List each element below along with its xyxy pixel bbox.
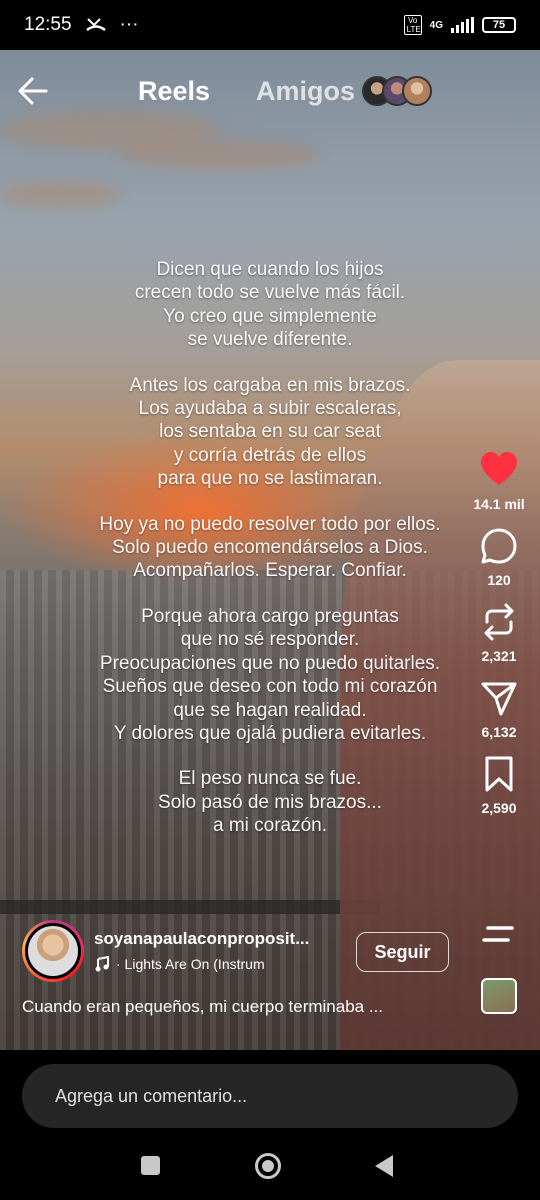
- stanza: Dicen que cuando los hijos crecen todo s…: [50, 258, 490, 352]
- bookmark-icon: [485, 756, 513, 792]
- network-type: 4G: [429, 19, 443, 31]
- text-line: Preocupaciones que no puedo quitarles.: [99, 652, 441, 674]
- stanza: Hoy ya no puedo resolver todo por ellos.…: [50, 513, 490, 583]
- save-count: 2,590: [481, 800, 517, 816]
- text-line: Yo creo que simplemente: [163, 305, 377, 327]
- heart-icon: [481, 452, 517, 485]
- comment-button[interactable]: 120: [468, 526, 530, 588]
- text-line: para que no se lastimaran.: [157, 468, 383, 490]
- text-line: crecen todo se vuelve más fácil.: [134, 282, 406, 304]
- friend-avatars[interactable]: [362, 76, 432, 106]
- comment-input[interactable]: [22, 1064, 518, 1128]
- battery-icon: 75: [482, 17, 516, 33]
- comment-count: 120: [487, 572, 511, 588]
- follow-button[interactable]: Seguir: [356, 932, 449, 972]
- text-line: Solo puedo encomendárselos a Dios.: [112, 537, 428, 559]
- text-line: Antes los cargaba en mis brazos.: [129, 374, 411, 396]
- text-line: a mi corazón.: [212, 815, 328, 837]
- text-line: que no sé responder.: [180, 629, 360, 651]
- repost-icon: [484, 603, 514, 641]
- music-title: · Lights Are On (Instrum: [116, 956, 265, 972]
- author-avatar[interactable]: [22, 920, 84, 982]
- repost-count: 2,321: [481, 648, 517, 664]
- text-line: Solo pasó de mis brazos...: [158, 791, 382, 813]
- battery-level: 75: [492, 19, 506, 31]
- save-button[interactable]: 2,590: [468, 754, 530, 816]
- status-more: ···: [119, 14, 139, 35]
- text-line: se vuelve diferente.: [187, 329, 353, 351]
- music-info[interactable]: · Lights Are On (Instrum: [94, 956, 304, 972]
- arrow-left-icon[interactable]: [16, 74, 50, 108]
- share-count: 6,132: [481, 724, 517, 740]
- reel-overlay-text: Dicen que cuando los hijos crecen todo s…: [50, 258, 490, 860]
- recents-button[interactable]: [141, 1156, 160, 1175]
- text-line: Hoy ya no puedo resolver todo por ellos.: [99, 513, 441, 535]
- caption[interactable]: Cuando eran pequeños, mi cuerpo terminab…: [22, 997, 452, 1017]
- tab-reels[interactable]: Reels: [138, 76, 210, 107]
- repost-button[interactable]: 2,321: [468, 602, 530, 664]
- stanza: El peso nunca se fue. Solo pasó de mis b…: [50, 767, 490, 837]
- speech-bubble-icon: [481, 528, 517, 564]
- back-button[interactable]: [375, 1155, 393, 1177]
- status-bar: 12:55 ··· Vo LTE 4G 75: [0, 0, 540, 50]
- text-line: Porque ahora cargo preguntas: [141, 605, 399, 627]
- action-column: 14.1 mil 120 2,321 6,132 2,590: [468, 450, 530, 830]
- railing: [0, 900, 380, 914]
- text-line: Acompañarlos. Esperar. Confiar.: [133, 560, 407, 582]
- text-line: Dicen que cuando los hijos: [156, 259, 384, 280]
- stanza: Porque ahora cargo preguntas que no sé r…: [50, 605, 490, 745]
- text-line: Y dolores que ojalá pudiera evitarles.: [113, 722, 427, 744]
- menu-icon[interactable]: [480, 922, 516, 952]
- paper-plane-icon: [481, 682, 517, 716]
- text-line: los sentaba en su car seat: [159, 421, 381, 443]
- text-line: que se hagan realidad.: [173, 699, 367, 721]
- volte-indicator: Vo LTE: [403, 15, 422, 35]
- stanza: Antes los cargaba en mis brazos. Los ayu…: [50, 374, 490, 491]
- like-button[interactable]: 14.1 mil: [468, 450, 530, 512]
- share-button[interactable]: 6,132: [468, 678, 530, 740]
- home-button[interactable]: [255, 1153, 281, 1179]
- text-line: y corría detrás de ellos: [173, 444, 367, 466]
- missed-call-icon: [85, 18, 106, 32]
- text-line: Sueños que deseo con todo mi corazón: [102, 676, 438, 698]
- status-time: 12:55: [24, 14, 72, 35]
- author-username[interactable]: soyanapaulaconproposit...: [94, 929, 344, 949]
- text-line: El peso nunca se fue.: [178, 768, 362, 790]
- tab-amigos[interactable]: Amigos: [256, 76, 355, 107]
- text-line: Los ayudaba a subir escaleras,: [138, 398, 402, 420]
- audio-thumbnail[interactable]: [481, 978, 517, 1014]
- signal-icon: [451, 17, 474, 33]
- avatar: [402, 76, 432, 106]
- avatar: [25, 923, 81, 979]
- like-count: 14.1 mil: [473, 496, 525, 512]
- music-note-icon: [95, 956, 109, 972]
